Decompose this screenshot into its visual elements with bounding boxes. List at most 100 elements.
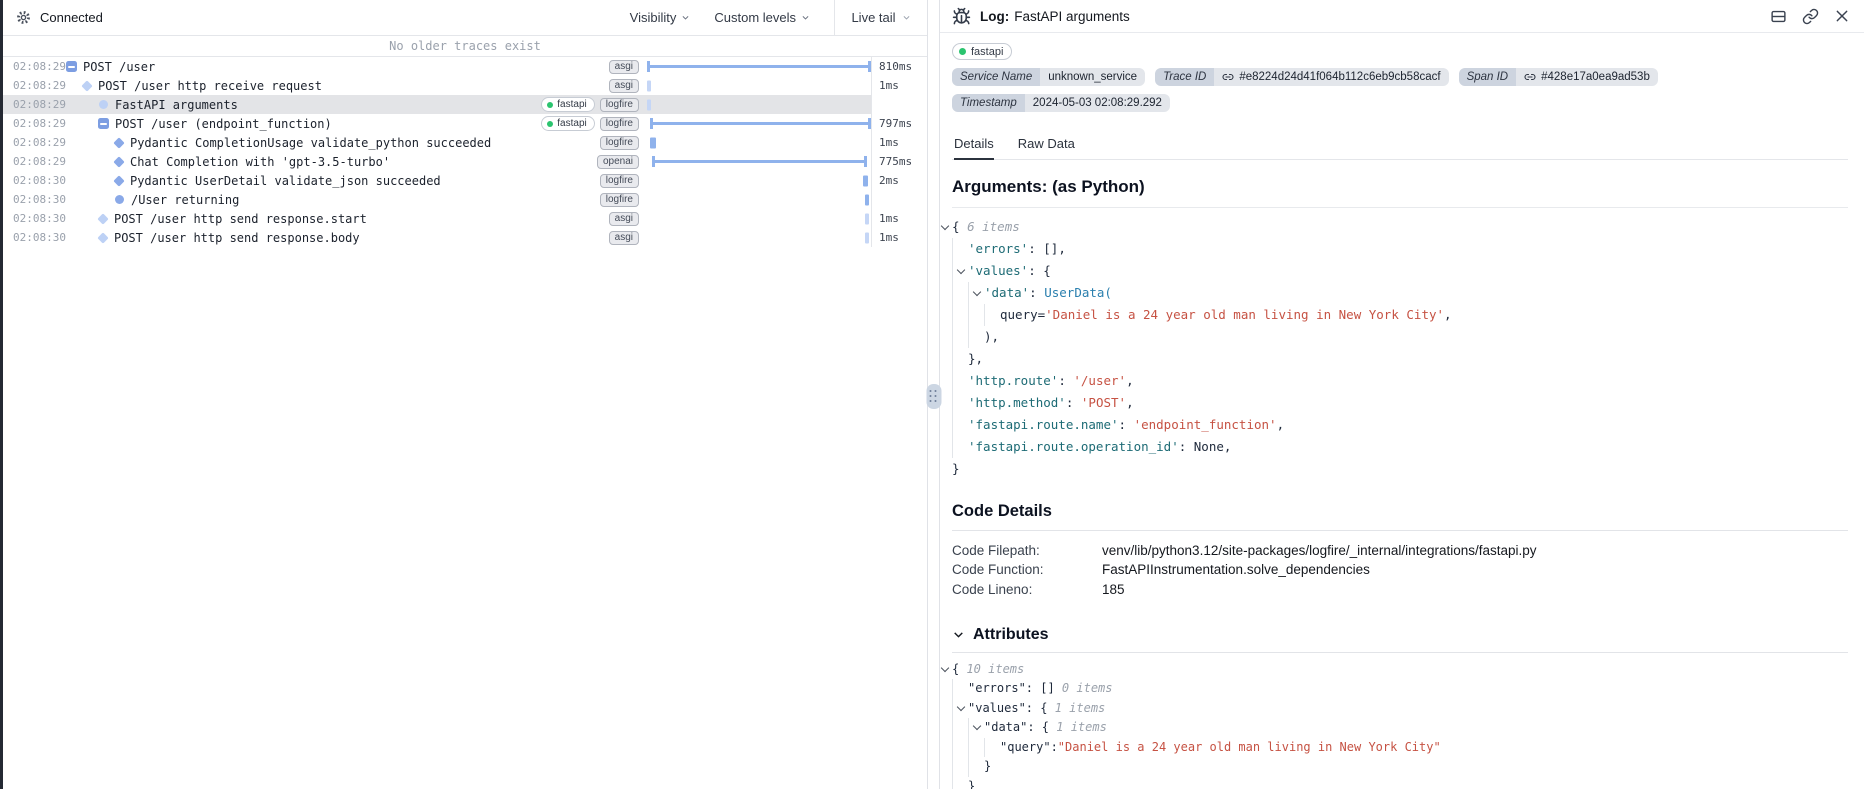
metadata-value[interactable]: #428e17a0ea9ad53b: [1516, 68, 1658, 86]
metadata-pill-service-name: Service Name unknown_service: [952, 68, 1145, 86]
code-line: 'http.route': '/user',: [952, 370, 1848, 392]
duration-label: 1ms: [871, 76, 927, 95]
code-line-tokens: 'http.method': 'POST',: [968, 392, 1134, 414]
trace-row-time: 02:08:30: [13, 193, 66, 206]
close-icon[interactable]: [1834, 8, 1850, 24]
scope-tag: logfire: [600, 193, 639, 207]
live-tail-menu[interactable]: Live tail: [834, 0, 927, 35]
copy-link-icon[interactable]: [1802, 8, 1819, 25]
duration-label: 810ms: [871, 57, 927, 76]
custom-levels-menu[interactable]: Custom levels: [714, 10, 810, 25]
metadata-label: Trace ID: [1155, 68, 1214, 86]
attributes-heading: Attributes: [952, 626, 1848, 653]
visibility-menu[interactable]: Visibility: [630, 10, 691, 25]
trace-row-message: POST /user http send response.body: [114, 231, 360, 245]
link-icon: [1524, 71, 1536, 83]
code-line: },: [952, 348, 1848, 370]
panel-splitter[interactable]: [928, 0, 939, 789]
duration-bar: [865, 232, 869, 243]
duration-bar: [652, 160, 867, 163]
duration-bar: [650, 137, 656, 148]
token-key: 'http.route': [968, 373, 1058, 388]
token-punct: :: [1179, 439, 1194, 454]
trace-row[interactable]: 02:08:30POST /user http send response.bo…: [3, 228, 927, 247]
duration-label: [871, 190, 927, 209]
code-detail-row: Code Function:FastAPIInstrumentation.sol…: [952, 560, 1848, 579]
trace-row[interactable]: 02:08:30/User returninglogfire: [3, 190, 927, 209]
duration-label: [871, 95, 927, 114]
collapse-chevron-icon[interactable]: [957, 260, 966, 269]
trace-row[interactable]: 02:08:29POST /user http receive requesta…: [3, 76, 927, 95]
trace-row[interactable]: 02:08:29POST /userasgi810ms: [3, 57, 927, 76]
duration-label: 775ms: [871, 152, 927, 171]
diamond-icon: [113, 156, 124, 167]
token-punct: ,: [1277, 417, 1285, 432]
duration-bar-track: [647, 152, 871, 171]
code-details-table: Code Filepath:venv/lib/python3.12/site-p…: [952, 541, 1848, 599]
token-punct: ,: [1126, 395, 1134, 410]
indent-guide: [984, 304, 1000, 326]
collapse-chevron-icon[interactable]: [957, 699, 966, 708]
metadata-pill-trace-id: Trace ID #e8224d24d41f064b112c6eb9cb58cac…: [1155, 68, 1448, 86]
connection-status: Connected: [16, 10, 103, 25]
minus-square-icon[interactable]: [98, 118, 109, 129]
trace-row[interactable]: 02:08:29FastAPI argumentsfastapilogfire: [3, 95, 927, 114]
metadata-value-text: unknown_service: [1048, 71, 1137, 83]
code-detail-label: Code Filepath:: [952, 541, 1102, 560]
minus-square-icon[interactable]: [66, 61, 77, 72]
scope-tag: asgi: [609, 212, 639, 226]
trace-row[interactable]: 02:08:30POST /user http send response.st…: [3, 209, 927, 228]
metadata-value-text: 2024-05-03 02:08:29.292: [1033, 97, 1162, 109]
trace-row-tags: fastapilogfire: [541, 116, 647, 131]
code-line-tokens: }: [984, 757, 991, 777]
metadata-value-text: #e8224d24d41f064b112c6eb9cb58cacf: [1239, 71, 1440, 83]
collapse-chevron-icon[interactable]: [973, 282, 982, 291]
token-meta: 6 items: [967, 219, 1020, 234]
metadata-value-text: #428e17a0ea9ad53b: [1541, 71, 1650, 83]
chevron-down-icon[interactable]: [952, 628, 965, 641]
service-tag[interactable]: fastapi: [952, 43, 1012, 60]
token-punct: : {: [1028, 263, 1051, 278]
code-line: ),: [952, 326, 1848, 348]
trace-row-time: 02:08:30: [13, 174, 66, 187]
trace-row[interactable]: 02:08:30Pydantic UserDetail validate_jso…: [3, 171, 927, 190]
trace-row[interactable]: 02:08:29Chat Completion with 'gpt-3.5-tu…: [3, 152, 927, 171]
log-kind-label: Log:: [980, 9, 1009, 24]
trace-row-time: 02:08:29: [13, 155, 66, 168]
trace-row-message: POST /user http receive request: [98, 79, 322, 93]
service-tag-label: fastapi: [557, 99, 586, 110]
metadata-value[interactable]: #e8224d24d41f064b112c6eb9cb58cacf: [1214, 68, 1448, 86]
metadata-pill-timestamp: Timestamp2024-05-03 02:08:29.292: [952, 94, 1170, 112]
duration-bar-track: [647, 76, 871, 95]
splitter-grip[interactable]: [926, 384, 941, 409]
collapse-chevron-icon[interactable]: [941, 216, 950, 225]
collapse-chevron-icon[interactable]: [973, 718, 982, 727]
split-panel-icon[interactable]: [1770, 8, 1787, 25]
indent-guide: [952, 414, 968, 436]
trace-row-message: Pydantic CompletionUsage validate_python…: [130, 136, 491, 150]
code-line-tokens: "query":"Daniel is a 24 year old man liv…: [1000, 738, 1441, 758]
connection-status-label: Connected: [40, 10, 103, 25]
tab-raw-data[interactable]: Raw Data: [1018, 136, 1075, 159]
collapse-chevron-icon[interactable]: [941, 660, 950, 669]
tab-details[interactable]: Details: [954, 136, 994, 160]
token-meta: 1 items: [1055, 701, 1106, 715]
code-line-tokens: }: [968, 777, 975, 789]
token-plain: None: [1194, 439, 1224, 454]
token-punct: :: [1029, 285, 1044, 300]
trace-row[interactable]: 02:08:29POST /user (endpoint_function)fa…: [3, 114, 927, 133]
log-detail-header: Log: FastAPI arguments: [940, 0, 1864, 33]
metadata-label: Service Name: [952, 68, 1040, 86]
gear-icon[interactable]: [16, 10, 31, 25]
trace-row-tags: logfire: [600, 136, 647, 150]
token-cls: UserData(: [1044, 285, 1112, 300]
token-punct: "values": {: [968, 701, 1055, 715]
duration-label: 1ms: [871, 133, 927, 152]
metadata-row: Timestamp2024-05-03 02:08:29.292: [952, 94, 1848, 112]
duration-bar-track: [647, 228, 871, 247]
duration-label: 2ms: [871, 171, 927, 190]
code-line-tokens: 'fastapi.route.name': 'endpoint_function…: [968, 414, 1284, 436]
indent-guide: [952, 679, 968, 699]
token-punct: "query":: [1000, 740, 1058, 754]
trace-row[interactable]: 02:08:29Pydantic CompletionUsage validat…: [3, 133, 927, 152]
